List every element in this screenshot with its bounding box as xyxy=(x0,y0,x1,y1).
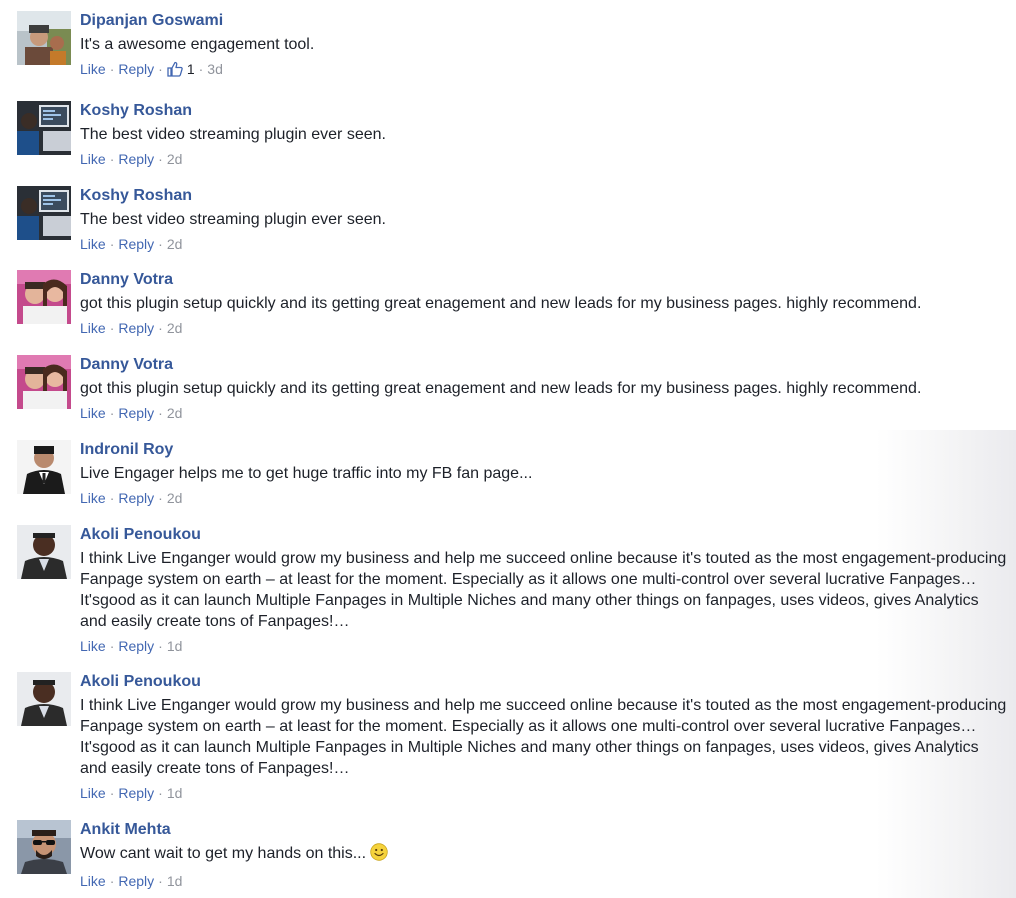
comment-text: I think Live Enganger would grow my busi… xyxy=(80,697,1007,777)
reply-link[interactable]: Reply xyxy=(118,637,154,655)
like-link[interactable]: Like xyxy=(80,150,106,168)
comment-text: Live Engager helps me to get huge traffi… xyxy=(80,465,533,482)
user-avatar-outdoor[interactable] xyxy=(17,11,71,65)
user-avatar-computer[interactable] xyxy=(17,186,71,240)
reply-link[interactable]: Reply xyxy=(118,404,154,422)
like-link[interactable]: Like xyxy=(80,319,106,337)
comment-author[interactable]: Danny Votra xyxy=(80,270,1016,290)
comment-text: I think Live Enganger would grow my busi… xyxy=(80,550,1007,630)
comment-text: The best video streaming plugin ever see… xyxy=(80,211,386,228)
comment-text: The best video streaming plugin ever see… xyxy=(80,126,386,143)
separator: · xyxy=(158,236,163,252)
comment-timestamp[interactable]: 2d xyxy=(167,150,183,168)
comment-timestamp[interactable]: 2d xyxy=(167,235,183,253)
user-avatar-couple[interactable] xyxy=(17,270,71,324)
reply-link[interactable]: Reply xyxy=(118,235,154,253)
separator: · xyxy=(109,236,115,252)
like-link[interactable]: Like xyxy=(80,872,106,890)
comment-timestamp[interactable]: 1d xyxy=(167,784,183,802)
comment-author[interactable]: Indronil Roy xyxy=(80,440,1016,460)
comment-actions: Like · Reply · 2d xyxy=(80,489,1016,507)
comment-text: Wow cant wait to get my hands on this... xyxy=(80,845,367,862)
reply-link[interactable]: Reply xyxy=(118,60,154,78)
comment-actions: Like · Reply · 1d xyxy=(80,784,1016,802)
comment-actions: Like · Reply · 2d xyxy=(80,404,1016,422)
like-link[interactable]: Like xyxy=(80,489,106,507)
separator: · xyxy=(109,405,115,421)
comment-text: got this plugin setup quickly and its ge… xyxy=(80,295,922,312)
separator: · xyxy=(109,151,115,167)
separator: · xyxy=(158,61,163,77)
comment-actions: Like · Reply · 2d xyxy=(80,235,1016,253)
separator: · xyxy=(158,785,163,801)
comment-author[interactable]: Akoli Penoukou xyxy=(80,672,1016,692)
separator: · xyxy=(158,638,163,654)
comment-timestamp[interactable]: 2d xyxy=(167,404,183,422)
separator: · xyxy=(158,873,163,889)
comment-author[interactable]: Koshy Roshan xyxy=(80,186,1016,206)
comment-author[interactable]: Akoli Penoukou xyxy=(80,525,1016,545)
user-avatar-portrait[interactable] xyxy=(17,525,71,579)
comment-actions: Like · Reply · 1d xyxy=(80,637,1016,655)
like-link[interactable]: Like xyxy=(80,637,106,655)
smiley-emoji-icon xyxy=(370,843,388,867)
reply-link[interactable]: Reply xyxy=(118,784,154,802)
comment-timestamp[interactable]: 1d xyxy=(167,637,183,655)
comment-author[interactable]: Koshy Roshan xyxy=(80,101,1016,121)
user-avatar-couple[interactable] xyxy=(17,355,71,409)
thumbs-up-icon[interactable] xyxy=(167,61,183,77)
reply-link[interactable]: Reply xyxy=(118,150,154,168)
comment-author[interactable]: Dipanjan Goswami xyxy=(80,11,1016,31)
comment-timestamp[interactable]: 3d xyxy=(207,60,223,78)
comment-text: It's a awesome engagement tool. xyxy=(80,36,315,53)
comment-timestamp[interactable]: 2d xyxy=(167,319,183,337)
comment-text: got this plugin setup quickly and its ge… xyxy=(80,380,922,397)
separator: · xyxy=(109,490,115,506)
comment-actions: Like · Reply · 2d xyxy=(80,319,1016,337)
comment-text-row: Wow cant wait to get my hands on this... xyxy=(80,843,1016,867)
separator: · xyxy=(158,320,163,336)
like-link[interactable]: Like xyxy=(80,404,106,422)
separator: · xyxy=(109,61,115,77)
separator: · xyxy=(158,151,163,167)
separator: · xyxy=(158,405,163,421)
separator: · xyxy=(109,873,115,889)
reply-link[interactable]: Reply xyxy=(118,489,154,507)
reply-link[interactable]: Reply xyxy=(118,319,154,337)
like-link[interactable]: Like xyxy=(80,235,106,253)
user-avatar-computer[interactable] xyxy=(17,101,71,155)
comment-actions: Like · Reply · 1d xyxy=(80,872,1016,890)
comment-actions: Like · Reply · 1 · 3d xyxy=(80,60,1016,78)
comment-author[interactable]: Danny Votra xyxy=(80,355,1016,375)
separator: · xyxy=(158,490,163,506)
like-link[interactable]: Like xyxy=(80,60,106,78)
user-avatar-sunglasses[interactable] xyxy=(17,820,71,874)
comment-actions: Like · Reply · 2d xyxy=(80,150,1016,168)
user-avatar-portrait[interactable] xyxy=(17,672,71,726)
separator: · xyxy=(109,638,115,654)
comment-timestamp[interactable]: 1d xyxy=(167,872,183,890)
separator: · xyxy=(198,61,204,77)
separator: · xyxy=(109,785,115,801)
like-count: 1 xyxy=(186,61,195,77)
user-avatar-suit[interactable] xyxy=(17,440,71,494)
comment-author[interactable]: Ankit Mehta xyxy=(80,820,1016,840)
reply-link[interactable]: Reply xyxy=(118,872,154,890)
comment-timestamp[interactable]: 2d xyxy=(167,489,183,507)
separator: · xyxy=(109,320,115,336)
like-link[interactable]: Like xyxy=(80,784,106,802)
